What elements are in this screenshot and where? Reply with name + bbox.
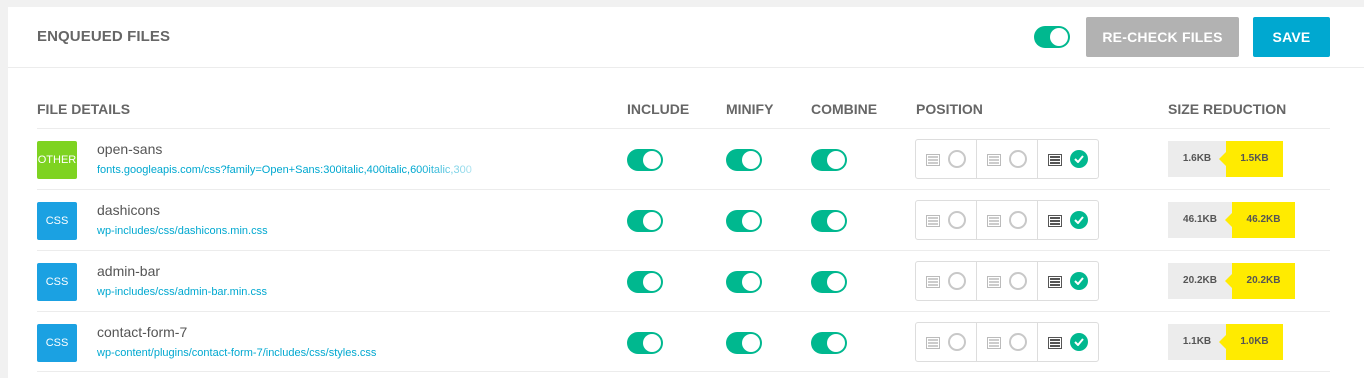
column-header-size-reduction: SIZE REDUCTION (1168, 101, 1287, 117)
size-after: 20.2KB (1225, 263, 1295, 299)
file-name: contact-form-7 (97, 324, 188, 340)
position-radio-footer[interactable] (1070, 333, 1088, 351)
position-radio-body[interactable] (1009, 333, 1027, 351)
table-row: OTHER open-sans fonts.googleapis.com/css… (37, 128, 1330, 189)
size-before: 1.1KB (1168, 324, 1226, 360)
position-radio-header[interactable] (948, 150, 966, 168)
position-selector (915, 200, 1099, 240)
position-option-footer[interactable] (1038, 140, 1098, 178)
panel-header: ENQUEUED FILES RE-CHECK FILES SAVE (8, 7, 1364, 68)
include-toggle[interactable] (627, 149, 663, 171)
table-row: CSS dashicons wp-includes/css/dashicons.… (37, 189, 1330, 250)
file-url-link[interactable]: wp-includes/css/admin-bar.min.css (97, 286, 497, 298)
position-option-footer[interactable] (1038, 262, 1098, 300)
file-type-badge: CSS (37, 324, 77, 362)
position-option-body[interactable] (977, 262, 1038, 300)
minify-toggle[interactable] (726, 149, 762, 171)
minify-toggle[interactable] (726, 332, 762, 354)
recheck-files-button[interactable]: RE-CHECK FILES (1086, 17, 1239, 57)
enqueued-files-panel: ENQUEUED FILES RE-CHECK FILES SAVE FILE … (8, 7, 1364, 378)
position-option-footer[interactable] (1038, 201, 1098, 239)
toggle-knob (827, 212, 845, 230)
position-radio-header[interactable] (948, 333, 966, 351)
position-radio-body[interactable] (1009, 150, 1027, 168)
toggle-knob (742, 334, 760, 352)
include-toggle[interactable] (627, 332, 663, 354)
toggle-knob (643, 273, 661, 291)
position-radio-footer[interactable] (1070, 211, 1088, 229)
position-radio-body[interactable] (1009, 272, 1027, 290)
size-after: 1.0KB (1219, 324, 1283, 360)
toggle-knob (827, 151, 845, 169)
file-name: open-sans (97, 141, 163, 157)
toggle-knob (827, 273, 845, 291)
save-button[interactable]: SAVE (1253, 17, 1330, 57)
position-selector (915, 261, 1099, 301)
position-option-header[interactable] (916, 201, 977, 239)
table-bottom-border (37, 371, 1330, 372)
position-option-body[interactable] (977, 323, 1038, 361)
file-name: dashicons (97, 202, 161, 218)
size-before: 1.6KB (1168, 141, 1226, 177)
column-header-file-details: FILE DETAILS (37, 101, 131, 117)
file-type-badge: CSS (37, 202, 77, 240)
position-radio-header[interactable] (948, 211, 966, 229)
position-selector (915, 322, 1099, 362)
column-header-position: POSITION (916, 101, 983, 117)
position-radio-footer[interactable] (1070, 272, 1088, 290)
position-radio-body[interactable] (1009, 211, 1027, 229)
column-header-combine: COMBINE (811, 101, 878, 117)
toggle-knob (742, 273, 760, 291)
table-row: CSS admin-bar wp-includes/css/admin-bar.… (37, 250, 1330, 311)
position-option-header[interactable] (916, 140, 977, 178)
master-toggle[interactable] (1034, 26, 1070, 48)
position-option-header[interactable] (916, 323, 977, 361)
size-after: 46.2KB (1225, 202, 1295, 238)
combine-toggle[interactable] (811, 210, 847, 232)
combine-toggle[interactable] (811, 332, 847, 354)
file-type-badge: CSS (37, 263, 77, 301)
file-url-link[interactable]: wp-content/plugins/contact-form-7/includ… (97, 347, 497, 359)
panel-title: ENQUEUED FILES (37, 28, 171, 45)
minify-toggle[interactable] (726, 271, 762, 293)
position-option-body[interactable] (977, 201, 1038, 239)
table-row: CSS contact-form-7 wp-content/plugins/co… (37, 311, 1330, 372)
toggle-knob (643, 212, 661, 230)
combine-toggle[interactable] (811, 149, 847, 171)
toggle-knob (742, 151, 760, 169)
size-before: 20.2KB (1168, 263, 1232, 299)
toggle-knob (827, 334, 845, 352)
file-url-link[interactable]: fonts.googleapis.com/css?family=Open+San… (97, 164, 497, 176)
position-radio-footer[interactable] (1070, 150, 1088, 168)
toggle-knob (643, 151, 661, 169)
toggle-knob (1050, 28, 1068, 46)
include-toggle[interactable] (627, 210, 663, 232)
column-header-minify: MINIFY (726, 101, 774, 117)
position-selector (915, 139, 1099, 179)
minify-toggle[interactable] (726, 210, 762, 232)
include-toggle[interactable] (627, 271, 663, 293)
position-option-header[interactable] (916, 262, 977, 300)
column-header-include: INCLUDE (627, 101, 690, 117)
toggle-knob (643, 334, 661, 352)
size-after: 1.5KB (1219, 141, 1283, 177)
file-type-badge: OTHER (37, 141, 77, 179)
size-before: 46.1KB (1168, 202, 1232, 238)
position-option-body[interactable] (977, 140, 1038, 178)
position-option-footer[interactable] (1038, 323, 1098, 361)
position-radio-header[interactable] (948, 272, 966, 290)
toggle-knob (742, 212, 760, 230)
combine-toggle[interactable] (811, 271, 847, 293)
file-url-link[interactable]: wp-includes/css/dashicons.min.css (97, 225, 497, 237)
file-name: admin-bar (97, 263, 161, 279)
